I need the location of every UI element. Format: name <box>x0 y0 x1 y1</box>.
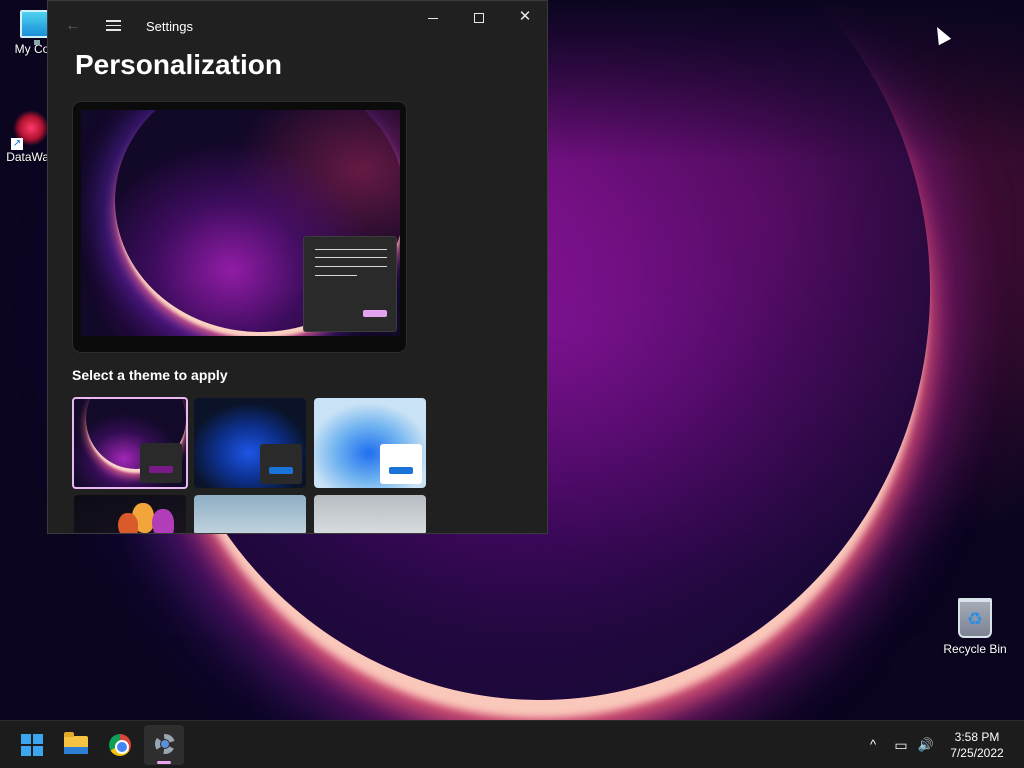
settings-icon <box>155 734 175 754</box>
clock-time: 3:58 PM <box>954 730 1000 744</box>
theme-tile-dark-glow[interactable] <box>72 397 188 489</box>
chrome-button[interactable] <box>100 725 140 765</box>
active-app-indicator <box>157 761 171 764</box>
recycle-bin-icon: ♻ <box>958 598 992 638</box>
file-explorer-button[interactable] <box>56 725 96 765</box>
preview-window-sample <box>303 236 397 332</box>
start-button[interactable] <box>12 725 52 765</box>
show-hidden-icons-chevron[interactable]: ^ <box>862 721 884 768</box>
desktop-icon-recycle-bin[interactable]: ♻ Recycle Bin <box>938 598 1012 656</box>
maximize-button[interactable] <box>456 1 502 33</box>
section-label: Select a theme to apply <box>72 367 228 383</box>
preview-accent-button <box>363 310 387 317</box>
taskbar-clock[interactable]: 3:58 PM 7/25/2022 <box>942 729 1012 761</box>
settings-taskbar-button[interactable] <box>144 725 184 765</box>
window-title: Settings <box>146 19 193 34</box>
chrome-icon <box>109 734 131 756</box>
hamburger-menu-icon[interactable] <box>102 15 124 37</box>
back-arrow-icon[interactable]: ← <box>62 15 84 37</box>
start-icon <box>21 734 43 756</box>
desktop-icon-label: Recycle Bin <box>943 642 1007 656</box>
close-icon: ✕ <box>518 8 532 25</box>
title-bar[interactable]: ← Settings ✕ <box>48 1 547 51</box>
network-icon[interactable]: ▭ <box>890 721 912 768</box>
theme-tile-stone[interactable] <box>314 495 426 533</box>
theme-tile-sky[interactable] <box>194 495 306 533</box>
volume-icon[interactable]: 🔊 <box>914 721 938 768</box>
minimize-icon <box>428 17 438 19</box>
theme-tile-bloom-light[interactable] <box>314 398 426 488</box>
minimize-button[interactable] <box>410 1 456 33</box>
close-button[interactable]: ✕ <box>502 1 547 33</box>
file-explorer-icon <box>64 732 88 754</box>
maximize-icon <box>474 13 484 24</box>
clock-date: 7/25/2022 <box>950 746 1004 760</box>
theme-preview <box>72 101 407 353</box>
theme-tile-flower[interactable] <box>74 495 186 533</box>
datawagon-icon: ↗ <box>11 110 49 150</box>
theme-tile-bloom-dark[interactable] <box>194 398 306 488</box>
settings-window: ← Settings ✕ Personalization Select a th… <box>47 0 548 534</box>
taskbar: ^ ▭ 🔊 3:58 PM 7/25/2022 <box>0 720 1024 768</box>
page-title: Personalization <box>75 49 282 80</box>
shortcut-arrow-icon: ↗ <box>11 138 23 150</box>
preview-wallpaper <box>81 110 400 336</box>
